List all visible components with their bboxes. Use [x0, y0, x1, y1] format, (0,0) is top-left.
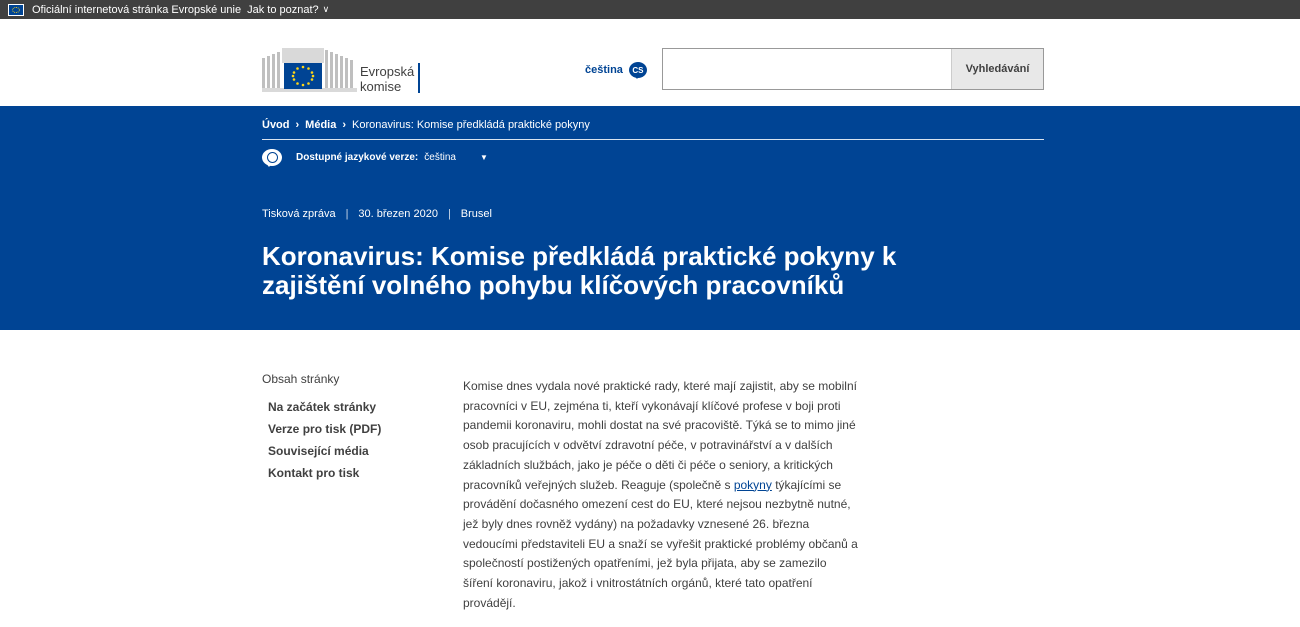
official-site-text: Oficiální internetová stránka Evropské u…	[32, 3, 242, 16]
toc-item-top[interactable]: Na začátek stránky	[268, 396, 442, 418]
available-languages: Dostupné jazykové verze: čeština ▼	[262, 149, 488, 167]
search-button[interactable]: Vyhledávání	[951, 49, 1043, 89]
language-label: čeština	[585, 64, 623, 76]
article-date: 30. březen 2020	[358, 208, 438, 220]
chevron-down-icon: ∨	[322, 4, 330, 14]
language-code-icon: CS	[628, 62, 647, 79]
toc-item-related-media[interactable]: Související média	[268, 440, 442, 462]
guidelines-link[interactable]: pokyny	[734, 478, 772, 492]
page-title: Koronavirus: Komise předkládá praktické …	[262, 241, 897, 300]
logo-line-1: Evropská	[360, 64, 415, 79]
toc-item-print-pdf[interactable]: Verze pro tisk (PDF)	[268, 418, 442, 440]
chevron-right-icon: ›	[342, 119, 347, 131]
toc-item-press-contact[interactable]: Kontakt pro tisk	[268, 462, 442, 484]
breadcrumb-current: Koronavirus: Komise předkládá praktické …	[352, 119, 590, 131]
paragraph-text-2: týkajícími se provádění dočasného omezen…	[463, 477, 858, 610]
european-commission-logo[interactable]: Evropská komise	[262, 44, 422, 94]
meta-separator: |	[447, 208, 451, 220]
page-header: Úvod › Média › Koronavirus: Komise předk…	[0, 106, 1300, 330]
commission-building-icon	[262, 48, 357, 92]
eu-flag-icon	[8, 3, 24, 16]
chevron-right-icon: ›	[295, 119, 300, 131]
article-meta: Tisková zpráva | 30. březen 2020 | Bruse…	[262, 208, 492, 220]
article-paragraph: Komise dnes vydala nové praktické rady, …	[463, 377, 858, 613]
logo-divider	[418, 63, 420, 93]
breadcrumb-media[interactable]: Média	[305, 119, 336, 131]
paragraph-text-1: Komise dnes vydala nové praktické rady, …	[463, 379, 857, 492]
dropdown-arrow-icon[interactable]: ▼	[480, 153, 488, 162]
language-bubble-icon	[262, 149, 282, 167]
available-languages-value[interactable]: čeština	[424, 152, 456, 163]
how-to-know-toggle[interactable]: Jak to poznat? ∨	[247, 4, 329, 16]
logo-text: Evropská komise	[360, 64, 414, 94]
page-contents-nav: Obsah stránky Na začátek stránky Verze p…	[262, 372, 442, 484]
how-to-know-label: Jak to poznat?	[247, 3, 319, 16]
article-type: Tisková zpráva	[262, 208, 336, 220]
search-form: Vyhledávání	[662, 48, 1044, 90]
search-input[interactable]	[663, 49, 951, 89]
language-selector[interactable]: čeština CS	[585, 62, 647, 79]
toc-heading: Obsah stránky	[262, 372, 340, 386]
header-divider	[262, 139, 1044, 140]
meta-separator: |	[345, 208, 349, 220]
site-header: Evropská komise čeština CS Vyhledávání	[0, 19, 1300, 106]
official-eu-banner: Oficiální internetová stránka Evropské u…	[0, 0, 1300, 19]
article-place: Brusel	[460, 208, 492, 220]
breadcrumb: Úvod › Média › Koronavirus: Komise předk…	[262, 119, 590, 131]
available-languages-label: Dostupné jazykové verze:	[296, 152, 419, 163]
logo-line-2: komise	[360, 79, 402, 94]
breadcrumb-home[interactable]: Úvod	[262, 119, 290, 131]
